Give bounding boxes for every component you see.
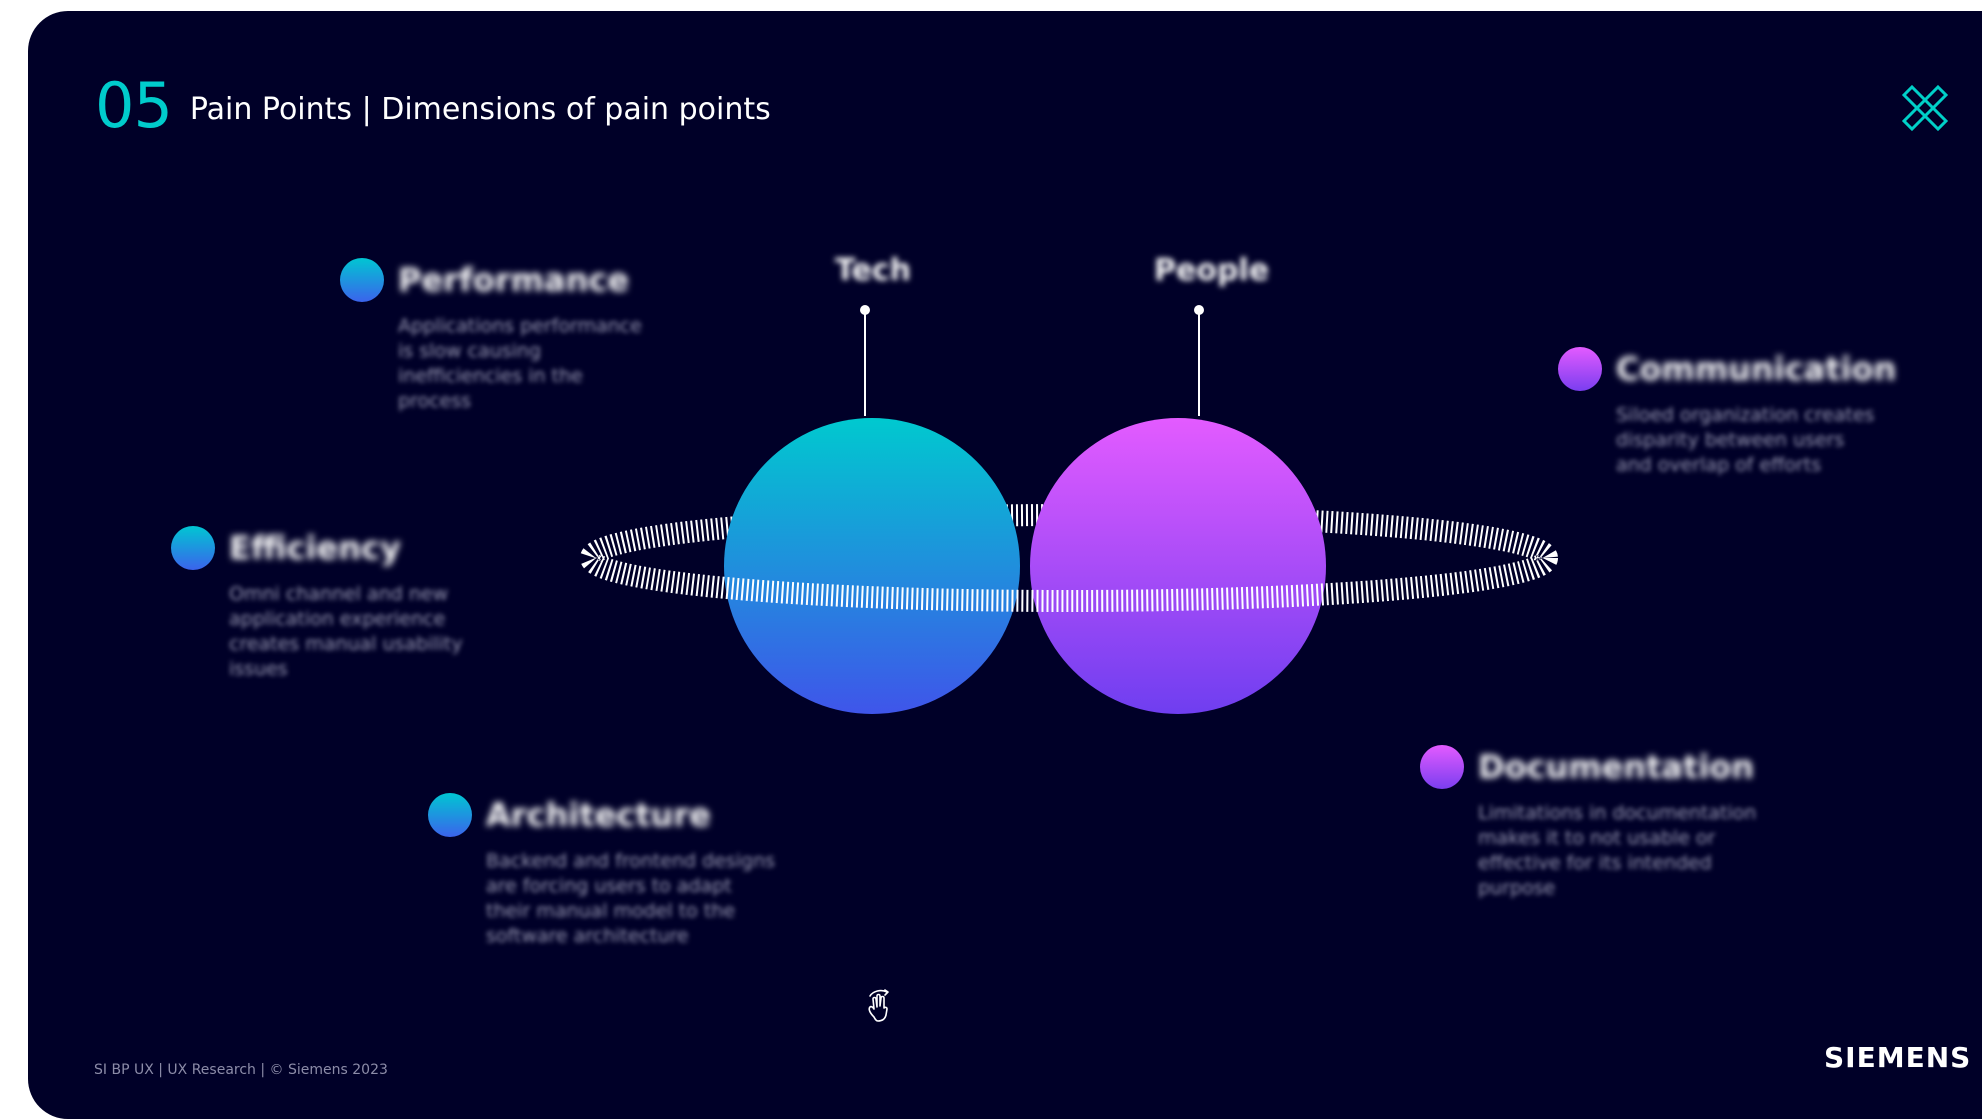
item-title: Architecture [486,796,711,834]
item-title: Efficiency [229,529,401,567]
item-title: Communication [1616,350,1897,388]
slide: 05 Pain Points | Dimensions of pain poin… [28,11,1982,1119]
item-title: Performance [398,261,630,299]
people-label: People [1154,253,1270,288]
item-description: Backend and frontend designs are forcing… [486,850,776,947]
people-dot-icon [1420,745,1464,789]
tech-planet [724,418,1020,714]
tech-dot-icon [428,793,472,837]
people-dot-icon [1558,347,1602,391]
tech-label: Tech [835,253,911,288]
footer-credit: SI BP UX | UX Research | © Siemens 2023 [94,1062,388,1078]
siemens-logo: SIEMENS [1824,1041,1972,1074]
tech-dot-icon [340,258,384,302]
tech-dot-icon [171,526,215,570]
item-description: Siloed organization creates disparity be… [1616,404,1875,476]
item-description: Omni channel and new application experie… [229,583,463,680]
item-title: Documentation [1478,748,1755,786]
item-description: Applications performance is slow causing… [398,315,642,412]
people-planet [1030,418,1326,714]
item-description: Limitations in documentation makes it to… [1478,802,1757,899]
tech-pin [860,305,870,416]
touch-gesture-icon[interactable] [860,987,900,1027]
people-pin [1194,305,1204,416]
